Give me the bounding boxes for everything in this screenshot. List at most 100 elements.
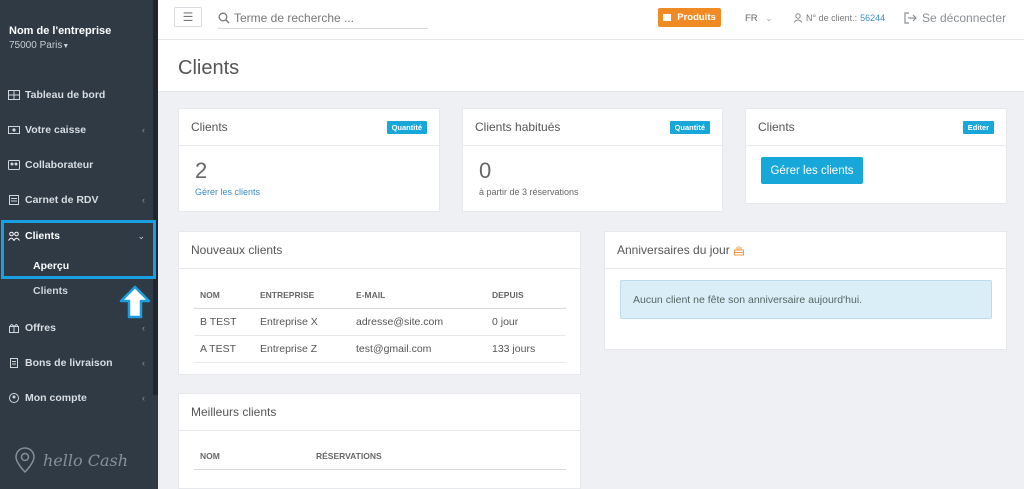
hellocash-logo: hello Cash bbox=[10, 445, 128, 475]
logout-button[interactable]: Se déconnecter bbox=[904, 11, 1006, 25]
column-header: RÉSERVATIONS bbox=[310, 443, 566, 470]
manage-clients-card: Clients Editer Gérer les clients bbox=[745, 108, 1007, 204]
alert-message: Aucun client ne fête son anniversaire au… bbox=[633, 293, 863, 306]
birthday-cake-icon bbox=[733, 246, 744, 256]
table-cell: B TEST bbox=[194, 308, 254, 336]
quantity-badge: Quantité bbox=[669, 121, 710, 134]
table-cell: adresse@site.com bbox=[350, 308, 486, 336]
products-icon bbox=[663, 14, 672, 21]
user-icon bbox=[793, 13, 803, 23]
panel-header: Nouveaux clients bbox=[179, 232, 580, 269]
sidebar-item-label: Offres bbox=[25, 322, 56, 334]
card-header: Clients habitués Quantité bbox=[463, 109, 722, 146]
regular-clients-value: 0 bbox=[479, 158, 492, 183]
dashboard-icon bbox=[8, 90, 20, 100]
regular-clients-card: Clients habitués Quantité 0 à partir de … bbox=[462, 108, 723, 212]
panel-header: Meilleurs clients bbox=[179, 394, 580, 431]
card-title: Clients bbox=[758, 120, 795, 134]
logout-icon bbox=[904, 12, 917, 24]
table-cell: test@gmail.com bbox=[350, 335, 486, 363]
sidebar-item-calendar[interactable]: Carnet de RDV ‹ bbox=[8, 189, 153, 211]
sidebar-item-account[interactable]: Mon compte ‹ bbox=[8, 387, 153, 409]
best-clients-table: NOM RÉSERVATIONS bbox=[194, 443, 566, 470]
panel-title: Anniversaires du jour bbox=[617, 243, 730, 257]
column-header: DEPUIS bbox=[486, 282, 566, 309]
language-selector[interactable]: FR ⌄ bbox=[745, 13, 772, 24]
sidebar-item-label: Votre caisse bbox=[25, 124, 87, 136]
card-title: Clients habitués bbox=[475, 120, 561, 134]
cash-register-icon bbox=[8, 126, 20, 134]
menu-toggle-button[interactable]: ☰ bbox=[174, 7, 202, 27]
company-block[interactable]: Nom de l'entreprise 75000 Paris▼ bbox=[9, 25, 111, 51]
chevron-left-icon: ‹ bbox=[142, 358, 145, 368]
sidebar-item-staff[interactable]: Collaborateur bbox=[8, 154, 153, 176]
company-name: Nom de l'entreprise bbox=[9, 25, 112, 37]
company-city[interactable]: 75000 Paris▼ bbox=[9, 40, 111, 51]
sidebar-item-offers[interactable]: Offres ‹ bbox=[8, 317, 153, 339]
quantity-badge: Quantité bbox=[386, 121, 427, 134]
manage-clients-button[interactable]: Gérer les clients bbox=[761, 157, 863, 184]
table-header-row: NOM ENTREPRISE E-MAIL DEPUIS bbox=[194, 282, 566, 309]
location-pin-icon bbox=[15, 447, 35, 474]
card-header: Clients Quantité bbox=[179, 109, 439, 146]
gift-icon bbox=[9, 324, 19, 333]
chevron-left-icon: ‹ bbox=[142, 393, 145, 403]
manage-clients-link[interactable]: Gérer les clients bbox=[195, 187, 439, 197]
sidebar-subitem-label: Clients bbox=[33, 285, 69, 297]
new-clients-table: NOM ENTREPRISE E-MAIL DEPUIS B TEST Entr… bbox=[194, 282, 566, 363]
sidebar-item-dashboard[interactable]: Tableau de bord bbox=[8, 84, 153, 106]
staff-icon bbox=[8, 160, 20, 170]
table-row[interactable]: A TEST Entreprise Z test@gmail.com 133 j… bbox=[194, 335, 566, 363]
search-field[interactable]: Terme de recherche ... bbox=[218, 7, 428, 29]
sidebar-item-delivery-notes[interactable]: Bons de livraison ‹ bbox=[8, 352, 153, 374]
chevron-left-icon: ‹ bbox=[142, 195, 145, 205]
clients-count-card: Clients Quantité 2 Gérer les clients bbox=[178, 108, 440, 212]
panel-header: Anniversaires du jour bbox=[605, 232, 1006, 269]
sidebar-subitem-clients[interactable]: Clients bbox=[33, 285, 68, 297]
client-number-value: 56244 bbox=[860, 13, 886, 23]
arrow-up-icon bbox=[119, 285, 151, 319]
account-icon bbox=[9, 393, 19, 403]
highlight-box bbox=[1, 220, 156, 279]
column-header: E-MAIL bbox=[350, 282, 486, 309]
column-header: NOM bbox=[194, 443, 310, 470]
search-placeholder: Terme de recherche ... bbox=[234, 10, 355, 25]
topbar: ☰ Terme de recherche ... Produits FR ⌄ N°… bbox=[158, 0, 1024, 40]
language-label: FR bbox=[745, 13, 758, 24]
no-birthday-alert: Aucun client ne fête son anniversaire au… bbox=[620, 280, 992, 319]
calendar-icon bbox=[9, 195, 19, 205]
chevron-left-icon: ‹ bbox=[142, 125, 145, 135]
client-number-label: N° de client.: bbox=[806, 13, 858, 23]
table-header-row: NOM RÉSERVATIONS bbox=[194, 443, 566, 470]
search-icon bbox=[218, 12, 230, 23]
client-number: N° de client.: 56244 bbox=[793, 13, 885, 23]
table-cell: 133 jours bbox=[486, 335, 566, 363]
table-row[interactable]: B TEST Entreprise X adresse@site.com 0 j… bbox=[194, 308, 566, 336]
page-title: Clients bbox=[178, 57, 240, 79]
table-cell: Entreprise X bbox=[254, 308, 350, 336]
clients-count-value: 2 bbox=[195, 158, 208, 183]
sidebar-item-label: Mon compte bbox=[25, 392, 87, 404]
column-header: ENTREPRISE bbox=[254, 282, 350, 309]
chevron-left-icon: ‹ bbox=[142, 323, 145, 333]
card-header: Clients Editer bbox=[746, 109, 1006, 146]
best-clients-panel: Meilleurs clients NOM RÉSERVATIONS bbox=[178, 393, 581, 489]
hamburger-icon: ☰ bbox=[182, 10, 194, 24]
birthdays-panel: Anniversaires du jour Aucun client ne fê… bbox=[604, 231, 1007, 350]
sidebar-item-label: Carnet de RDV bbox=[25, 194, 99, 206]
panel-title: Meilleurs clients bbox=[191, 405, 277, 419]
regular-clients-caption: à partir de 3 réservations bbox=[479, 187, 579, 197]
panel-title: Nouveaux clients bbox=[191, 243, 283, 257]
company-city-label: 75000 Paris bbox=[9, 40, 63, 51]
sidebar-item-label: Bons de livraison bbox=[25, 357, 113, 369]
products-button[interactable]: Produits bbox=[658, 8, 721, 27]
edit-badge[interactable]: Editer bbox=[962, 121, 994, 134]
new-clients-panel: Nouveaux clients NOM ENTREPRISE E-MAIL D… bbox=[178, 231, 581, 375]
sidebar-item-label: Collaborateur bbox=[25, 159, 94, 171]
caret-down-icon: ▼ bbox=[62, 43, 70, 50]
table-cell: Entreprise Z bbox=[254, 335, 350, 363]
table-cell: A TEST bbox=[194, 335, 254, 363]
card-title: Clients bbox=[191, 120, 228, 134]
sidebar-item-label: Tableau de bord bbox=[25, 89, 106, 101]
sidebar-item-cash-register[interactable]: Votre caisse ‹ bbox=[8, 119, 153, 141]
